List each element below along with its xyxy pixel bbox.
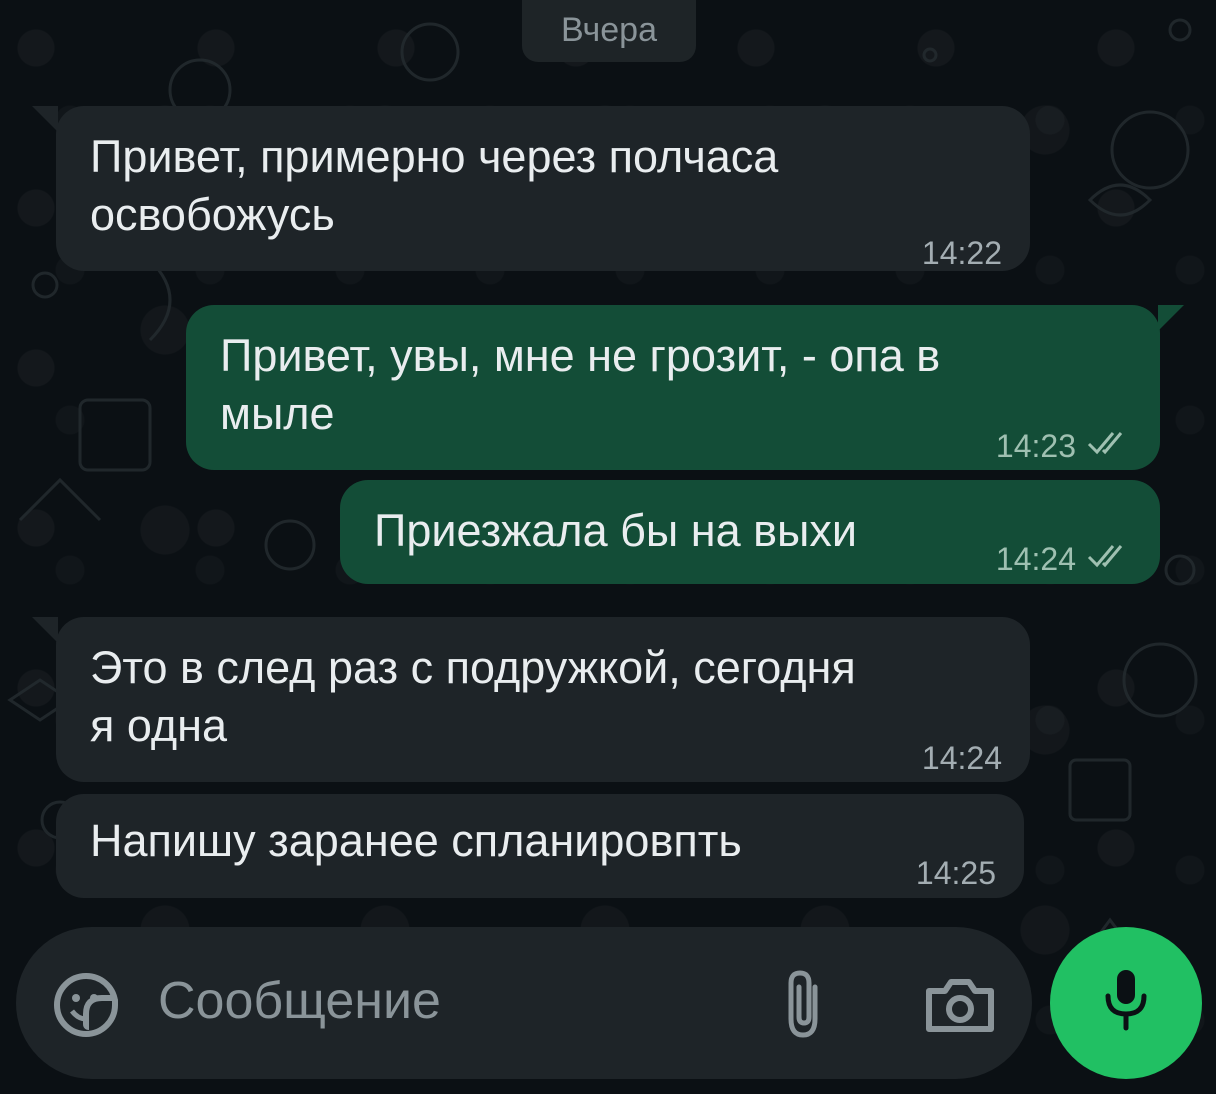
microphone-button[interactable] — [1050, 927, 1202, 1079]
paperclip-icon[interactable] — [774, 967, 834, 1043]
message-time: 14:24 — [921, 740, 1002, 776]
message-meta: 14:23 — [996, 417, 1132, 475]
message-text: Напишу заранее спланировпть — [90, 815, 742, 866]
message-time: 14:23 — [995, 428, 1076, 464]
message-time: 14:25 — [915, 855, 996, 891]
read-ticks-icon — [1086, 417, 1132, 475]
read-ticks-icon — [1086, 530, 1132, 588]
message-incoming[interactable]: Это в след раз с подружкой, сегодня я од… — [56, 617, 1030, 782]
microphone-icon — [1096, 966, 1156, 1041]
bubble-tail — [32, 106, 58, 132]
emoji-sticker-icon[interactable] — [50, 969, 122, 1041]
message-composer[interactable]: Сообщение — [16, 927, 1032, 1079]
message-meta: 14:22 — [922, 224, 1002, 282]
message-time: 14:24 — [995, 541, 1076, 577]
message-text: Приезжала бы на выхи — [374, 505, 857, 556]
date-separator: Вчера — [522, 0, 696, 62]
message-incoming[interactable]: Привет, примерно через полчаса освобожус… — [56, 106, 1030, 271]
bubble-tail — [1158, 305, 1184, 331]
message-text: Это в след раз с подружкой, сегодня я од… — [90, 642, 856, 751]
message-time: 14:22 — [921, 235, 1002, 271]
message-outgoing[interactable]: Привет, увы, мне не грозит, - опа в мыле… — [186, 305, 1160, 470]
camera-icon[interactable] — [918, 969, 1002, 1041]
message-meta: 14:25 — [916, 844, 996, 902]
message-input-placeholder[interactable]: Сообщение — [158, 971, 441, 1031]
message-meta: 14:24 — [922, 729, 1002, 787]
message-text: Привет, увы, мне не грозит, - опа в мыле — [220, 330, 941, 439]
message-incoming[interactable]: Напишу заранее спланировпть 14:25 — [56, 794, 1024, 898]
message-outgoing[interactable]: Приезжала бы на выхи 14:24 — [340, 480, 1160, 584]
message-meta: 14:24 — [996, 530, 1132, 588]
bubble-tail — [32, 617, 58, 643]
message-text: Привет, примерно через полчаса освобожус… — [90, 131, 779, 240]
